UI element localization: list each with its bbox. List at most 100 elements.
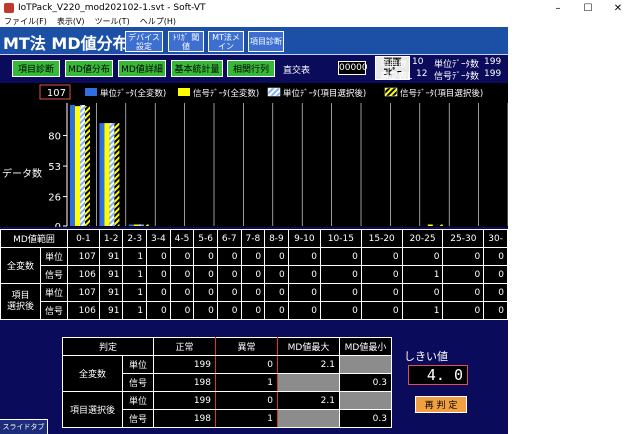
count-cell: 0 <box>264 265 289 284</box>
legend-label: 信号ﾃﾞｰﾀ(項目選択後) <box>400 88 483 99</box>
menu-view[interactable]: 表示(V) <box>57 16 85 27</box>
count-cell: 91 <box>98 265 124 284</box>
nav-item-diagnosis[interactable]: 項目診断 <box>12 60 60 77</box>
count-cell: 106 <box>67 265 100 284</box>
summary-group-all: 全変数 <box>62 355 123 392</box>
signal-count-value: 199 <box>484 69 502 79</box>
orthogonal-table-value: 00000 <box>338 61 368 75</box>
count-cell: 0 <box>483 247 508 266</box>
nav-basic-stats[interactable]: 基本統計量 <box>171 60 223 77</box>
rejudge-button[interactable]: 再 判 定 <box>415 396 467 413</box>
md-distribution-chart: 単位ﾃﾞｰﾀ(全変数) 信号ﾃﾞｰﾀ(全変数) 単位ﾃﾞｰﾀ(項目選択後) 信号ﾃﾞｰ… <box>0 83 509 233</box>
close-icon[interactable]: ✕ <box>603 0 633 16</box>
count-cell: 0 <box>360 283 403 302</box>
group-selected-label: 項目 選択後 <box>0 283 41 320</box>
count-cell: 0 <box>169 265 195 284</box>
count-cell: 1 <box>122 247 148 266</box>
chart-y-ticks: 0 26 53 80 <box>48 132 67 233</box>
count-cell: 0 <box>287 265 321 284</box>
count-cell: 1 <box>122 283 148 302</box>
trigger-threshold-button[interactable]: ﾄﾘｶﾞ 閾値 <box>168 31 204 52</box>
summary-signal-label: 信号 <box>122 409 154 428</box>
bar-4 <box>437 224 443 226</box>
count-cell: 0 <box>442 265 485 284</box>
bar-4 <box>143 224 149 226</box>
bar-2 <box>75 106 80 226</box>
count-cell: 0 <box>193 265 218 284</box>
item-count-value: 10 <box>412 57 424 67</box>
threshold-input[interactable]: 4. 0 <box>408 365 468 385</box>
range-header-cell: 25-30 <box>442 229 485 248</box>
count-cell: 91 <box>98 301 124 320</box>
ymax-label: 107 <box>47 88 66 99</box>
minimize-icon[interactable]: – <box>543 0 573 16</box>
count-cell: 0 <box>169 301 195 320</box>
count-cell: 0 <box>319 265 362 284</box>
chart-legend: 単位ﾃﾞｰﾀ(全変数) 信号ﾃﾞｰﾀ(全変数) 単位ﾃﾞｰﾀ(項目選択後) 信号ﾃﾞｰ… <box>85 87 483 99</box>
range-header-cell: 2-3 <box>122 229 148 248</box>
nav-correlation[interactable]: 相関行列 <box>227 60 275 77</box>
count-cell: 0 <box>401 283 444 302</box>
judgement-table: 判定 正常 異常 MD値最大 MD値最小 全変数 単位 199 0 2.1 信号… <box>62 337 392 428</box>
count-cell: 91 <box>98 283 124 302</box>
mt-main-button[interactable]: MT法メイン <box>208 31 244 52</box>
md-max-value <box>277 409 340 428</box>
menu-tools[interactable]: ツール(T) <box>95 16 130 27</box>
window-title-bar: IoTPack_V220_mod202102-1.svt - Soft-VT –… <box>0 0 633 16</box>
md-max-value <box>277 373 340 392</box>
range-header-cell: 4-5 <box>169 229 195 248</box>
legend-label: 信号ﾃﾞｰﾀ(全変数) <box>193 88 259 99</box>
unit-label: 単位 <box>40 247 68 266</box>
count-cell: 0 <box>264 247 289 266</box>
nav-md-detail[interactable]: MD値詳細 <box>118 60 166 77</box>
slide-tab[interactable]: スライドタブ <box>0 419 48 434</box>
bar-2 <box>104 123 110 226</box>
menu-bar: ファイル(F) 表示(V) ツール(T) ヘルプ(H) <box>0 16 633 27</box>
count-cell: 1 <box>122 265 148 284</box>
nav-md-distribution[interactable]: MD値分布 <box>65 60 113 77</box>
range-header-cell: 9-10 <box>287 229 321 248</box>
count-cell: 1 <box>122 301 148 320</box>
signal-label: 信号 <box>40 265 68 284</box>
count-cell: 0 <box>193 283 218 302</box>
abnormal-value: 0 <box>215 355 278 374</box>
chart-svg: 単位ﾃﾞｰﾀ(全変数) 信号ﾃﾞｰﾀ(全変数) 単位ﾃﾞｰﾀ(項目選択後) 信号ﾃﾞｰ… <box>2 84 509 233</box>
window-title: IoTPack_V220_mod202102-1.svt - Soft-VT <box>18 3 206 13</box>
count-cell: 0 <box>240 265 266 284</box>
count-cell: 0 <box>146 247 171 266</box>
legend-swatch <box>267 87 281 97</box>
judgement-summary: 判定 正常 異常 MD値最大 MD値最小 全変数 単位 199 0 2.1 信号… <box>62 337 392 428</box>
md-min-header: MD値最小 <box>339 337 392 356</box>
bar-2 <box>427 224 433 226</box>
menu-help[interactable]: ヘルプ(H) <box>140 16 176 27</box>
unit-count-value: 199 <box>484 57 502 67</box>
blank-side-area <box>508 27 633 434</box>
count-cell: 0 <box>287 247 321 266</box>
normal-value: 198 <box>153 373 216 392</box>
maximize-icon[interactable]: ☐ <box>573 0 603 16</box>
bar-2 <box>133 224 139 226</box>
count-cell: 1 <box>401 301 444 320</box>
signal-label: 信号 <box>40 301 68 320</box>
md-max-value: 2.1 <box>277 391 340 410</box>
y-tick-label: 0 <box>55 222 61 227</box>
count-cell: 0 <box>360 265 403 284</box>
count-cell: 0 <box>483 283 508 302</box>
range-header-cell: 8-9 <box>264 229 289 248</box>
device-settings-button[interactable]: デバイス 設定 <box>125 31 163 52</box>
count-cell: 0 <box>146 265 171 284</box>
bar-4 <box>114 123 120 226</box>
legend-label: 単位ﾃﾞｰﾀ(項目選択後) <box>283 88 366 99</box>
page-header: MT法 MD値分布 デバイス 設定 ﾄﾘｶﾞ 閾値 MT法メイン 項目診断 <box>0 27 508 55</box>
md-min-value <box>339 355 392 374</box>
count-cell: 0 <box>483 301 508 320</box>
range-header-cell: 0-1 <box>67 229 100 248</box>
range-header-cell: 15-20 <box>360 229 403 248</box>
summary-signal-label: 信号 <box>122 373 154 392</box>
count-cell: 0 <box>240 247 266 266</box>
count-cell: 0 <box>169 247 195 266</box>
count-cell: 0 <box>169 283 195 302</box>
menu-file[interactable]: ファイル(F) <box>4 16 47 27</box>
item-diagnosis-header-button[interactable]: 項目診断 <box>248 31 284 52</box>
y-tick-label: 53 <box>48 162 61 173</box>
